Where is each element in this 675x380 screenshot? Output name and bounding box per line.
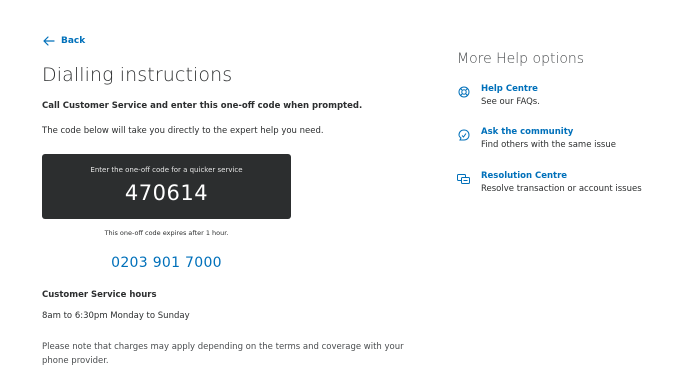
community-label: Ask the community <box>481 127 574 137</box>
charges-note: Please note that charges may apply depen… <box>42 342 404 366</box>
help-item-community[interactable]: Ask the community Find others with the s… <box>457 127 616 150</box>
one-off-code-box: Enter the one-off code for a quicker ser… <box>42 154 291 219</box>
hours-text: 8am to 6:30pm Monday to Sunday <box>42 311 190 321</box>
instruction-text: The code below will take you directly to… <box>42 126 324 136</box>
help-item-help-centre[interactable]: Help Centre See our FAQs. <box>457 84 540 107</box>
code-expiry-note: This one-off code expires after 1 hour. <box>104 229 229 237</box>
back-label: Back <box>61 36 86 46</box>
help-item-resolution-centre[interactable]: Resolution Centre Resolve transaction or… <box>457 171 642 194</box>
phone-number-link[interactable]: 0203 901 7000 <box>42 255 291 271</box>
arrow-left-icon <box>43 36 55 46</box>
resolution-centre-label: Resolution Centre <box>481 171 568 181</box>
resolution-centre-desc: Resolve transaction or account issues <box>481 184 642 194</box>
lifebuoy-icon <box>457 85 470 98</box>
instruction-heading: Call Customer Service and enter this one… <box>42 101 363 111</box>
resolution-icon <box>457 172 470 185</box>
help-centre-label: Help Centre <box>481 84 538 94</box>
page-title: Dialling instructions <box>42 64 233 86</box>
community-desc: Find others with the same issue <box>481 140 616 150</box>
help-centre-desc: See our FAQs. <box>481 97 540 107</box>
back-link[interactable]: Back <box>43 36 85 46</box>
code-caption: Enter the one-off code for a quicker ser… <box>90 166 243 174</box>
help-options-title: More Help options <box>457 51 585 67</box>
community-icon <box>457 128 470 141</box>
hours-heading: Customer Service hours <box>42 290 157 300</box>
one-off-code: 470614 <box>124 181 209 205</box>
